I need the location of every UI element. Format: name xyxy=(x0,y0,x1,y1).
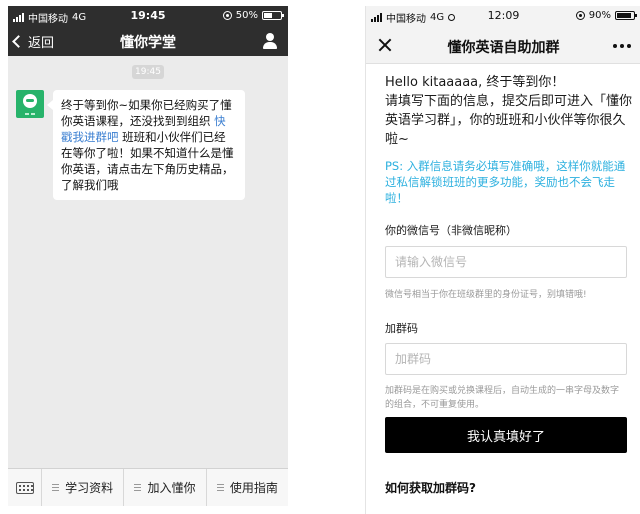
battery-icon xyxy=(615,11,637,20)
wechat-id-input[interactable] xyxy=(385,246,627,278)
avatar[interactable] xyxy=(16,90,44,118)
faq-heading[interactable]: 如何获取加群码? xyxy=(385,479,476,496)
group-code-hint: 加群码是在购买或兑换课程后，自动生成的一串字母及数字的组合，不可重复使用。 xyxy=(385,386,620,410)
submit-button[interactable]: 我认真填好了 xyxy=(385,417,627,453)
greeting-text: Hello kitaaaaa, 终于等到你！ 请填写下面的信息，提交后即可进入「… xyxy=(385,73,633,149)
battery-percent: 90% xyxy=(588,10,611,21)
orientation-lock-icon xyxy=(575,11,585,20)
join-group-form-screen: 中国移动 4G 12:09 90% 懂你英语自助加群 Hello kitaaaa… xyxy=(365,6,640,514)
keyboard-toggle[interactable] xyxy=(8,469,42,506)
bottom-menu: 学习资料 加入懂你 使用指南 xyxy=(8,468,288,506)
greeting-line-1: Hello kitaaaaa, 终于等到你！ xyxy=(385,75,565,90)
chat-bubble: 终于等到你~如果你已经购买了懂你英语课程，还没找到到组织 快戳我进群吧 班班和小… xyxy=(47,90,245,200)
page-title: 懂你英语自助加群 xyxy=(447,40,560,56)
person-icon[interactable] xyxy=(262,33,278,49)
message-timestamp: 19:45 xyxy=(132,65,164,79)
group-code-input[interactable] xyxy=(385,343,627,375)
orientation-lock-icon xyxy=(222,11,232,20)
status-bar: 中国移动 4G 19:45 50% xyxy=(8,6,288,26)
wechat-id-hint: 微信号相当于你在班级群里的身份证号，别填错哦! xyxy=(385,290,587,300)
menu-list-icon xyxy=(216,484,224,491)
more-icon[interactable] xyxy=(613,44,631,48)
message-text: 终于等到你~如果你已经购买了懂你英语课程，还没找到到组织 xyxy=(61,98,232,128)
menu-join[interactable]: 加入懂你 xyxy=(124,469,207,506)
group-code-label: 加群码 xyxy=(385,322,418,335)
menu-user-guide[interactable]: 使用指南 xyxy=(207,469,288,506)
menu-label: 学习资料 xyxy=(65,481,114,495)
keyboard-icon xyxy=(16,482,34,494)
nav-bar: 返回 懂你学堂 xyxy=(8,26,288,56)
battery-icon xyxy=(262,11,284,20)
wechat-id-label: 你的微信号（非微信昵称） xyxy=(385,224,517,237)
logo-icon xyxy=(23,94,37,108)
nav-bar: 懂你英语自助加群 xyxy=(366,26,640,64)
menu-study-materials[interactable]: 学习资料 xyxy=(42,469,125,506)
page-title: 懂你学堂 xyxy=(120,35,176,51)
menu-list-icon xyxy=(52,484,60,491)
greeting-line-2: 请填写下面的信息，提交后即可进入「懂你英语学习群」，你的班班和小伙伴等你很久啦~ xyxy=(385,94,633,147)
menu-list-icon xyxy=(134,484,142,491)
status-bar: 中国移动 4G 12:09 90% xyxy=(366,6,640,26)
menu-label: 使用指南 xyxy=(229,481,278,495)
chat-screen: 中国移动 4G 19:45 50% 返回 懂你学堂 19:45 终于等到你~如果… xyxy=(8,6,288,506)
ps-note: PS: 入群信息请务必填写准确哦，这样你就能通过私信解锁班班的更多功能，奖励也不… xyxy=(385,159,626,205)
menu-label: 加入懂你 xyxy=(147,481,196,495)
battery-percent: 50% xyxy=(235,10,258,21)
